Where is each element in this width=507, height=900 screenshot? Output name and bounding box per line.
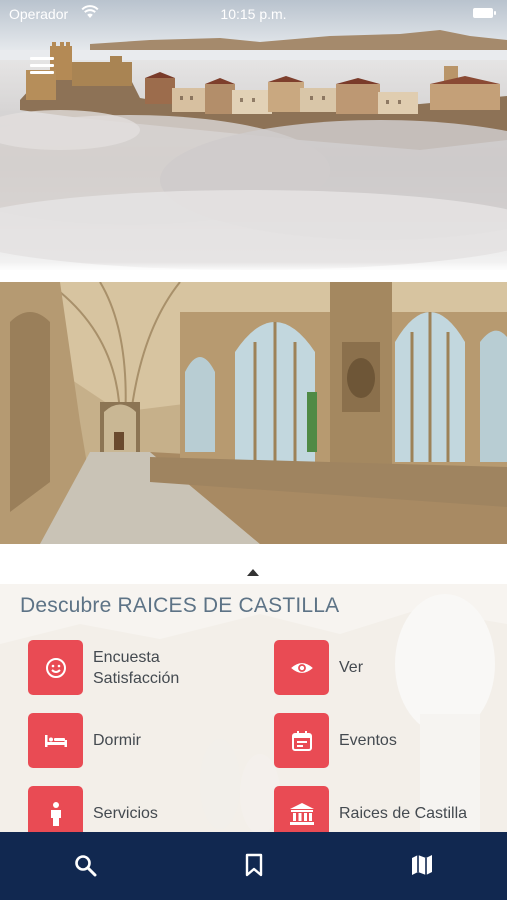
menu-item-label: Encuesta Satisfacción <box>93 648 180 687</box>
museum-icon <box>274 786 329 832</box>
hero-image-town <box>0 0 507 270</box>
person-icon <box>28 786 83 832</box>
clock-time: 10:15 p.m. <box>220 6 287 22</box>
panel-title: Descubre RAICES DE CASTILLA <box>20 594 340 617</box>
bed-icon <box>28 713 83 768</box>
cloister-image <box>0 282 507 544</box>
discover-panel: Descubre RAICES DE CASTILLA Encuesta Sat… <box>0 584 507 832</box>
menu-item-label: Dormir <box>93 732 141 749</box>
battery-icon <box>473 8 496 18</box>
status-bar: Operador 10:15 p.m. <box>0 0 507 28</box>
menu-item-label: Servicios <box>93 805 158 822</box>
menu-item-dormir[interactable]: Dormir <box>28 713 141 768</box>
calendar-icon <box>274 713 329 768</box>
smiley-icon <box>28 640 83 695</box>
eye-icon <box>274 640 329 695</box>
menu-item-label: Raices de Castilla <box>339 805 468 822</box>
image-divider <box>0 262 507 284</box>
hamburger-menu-icon[interactable] <box>30 57 54 79</box>
menu-item-servicios[interactable]: Servicios <box>28 786 158 832</box>
bookmark-icon[interactable] <box>240 851 268 879</box>
menu-item-encuesta[interactable]: Encuesta Satisfacción <box>28 640 203 695</box>
menu-item-ver[interactable]: Ver <box>274 640 363 695</box>
menu-item-raices[interactable]: Raices de Castilla <box>274 786 467 832</box>
menu-item-eventos[interactable]: Eventos <box>274 713 397 768</box>
tab-bar <box>0 832 507 900</box>
menu-item-label: Ver <box>339 659 364 676</box>
collapse-arrow-icon[interactable] <box>247 569 259 576</box>
search-icon[interactable] <box>71 851 99 879</box>
map-icon[interactable] <box>408 851 436 879</box>
menu-item-label: Eventos <box>339 732 397 749</box>
